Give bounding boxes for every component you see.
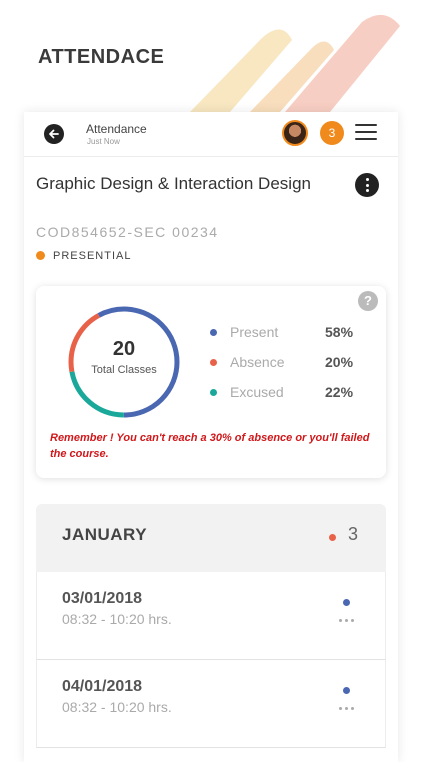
session-time: 08:32 - 10:20 hrs. (62, 699, 172, 715)
appbar-subtitle: Just Now (87, 137, 120, 146)
session-more-icon[interactable] (339, 619, 357, 623)
app-bar: Attendance Just Now 3 (24, 112, 398, 157)
legend-absence: Absence 20% (210, 353, 370, 373)
appbar-title: Attendance (86, 122, 147, 136)
hamburger-menu-icon[interactable] (355, 124, 377, 144)
back-button[interactable] (44, 124, 64, 144)
course-code: COD854652-SEC 00234 (36, 224, 219, 240)
page-title: ATTENDACE (38, 46, 165, 68)
mode-dot-icon (36, 251, 45, 260)
present-dot-icon (210, 329, 217, 336)
absence-warning: Remember ! You can't reach a 30% of abse… (50, 432, 370, 460)
avatar[interactable] (282, 120, 308, 146)
attendance-donut-chart (68, 306, 180, 418)
session-time: 08:32 - 10:20 hrs. (62, 611, 172, 627)
absence-dot-icon (210, 359, 217, 366)
more-options-icon[interactable] (355, 173, 379, 197)
course-title: Graphic Design & Interaction Design (36, 174, 311, 193)
legend-present: Present 58% (210, 323, 370, 343)
session-date: 03/01/2018 (62, 590, 143, 607)
notification-badge[interactable]: 3 (320, 121, 344, 145)
total-classes-number: 20 (112, 338, 136, 360)
course-mode: PRESENTIAL (36, 250, 131, 262)
legend-excused: Excused 22% (210, 383, 370, 403)
legend-absence-label: Absence (230, 354, 285, 370)
attendance-summary-card: ? 20 Total Classes Present 58% Absence 2… (36, 286, 386, 478)
help-icon[interactable]: ? (358, 291, 378, 311)
legend-excused-label: Excused (230, 384, 284, 400)
course-mode-label: PRESENTIAL (53, 250, 132, 262)
total-classes-label: Total Classes (91, 364, 157, 376)
session-date: 04/01/2018 (62, 678, 143, 695)
session-more-icon[interactable] (339, 707, 357, 711)
session-status-dot-icon (343, 599, 350, 606)
month-name: JANUARY (62, 525, 148, 544)
legend-present-label: Present (230, 324, 279, 340)
excused-dot-icon (210, 389, 217, 396)
arrow-left-icon (49, 129, 59, 139)
legend-excused-percent: 22% (325, 384, 354, 400)
legend-absence-percent: 20% (325, 354, 354, 370)
session-status-dot-icon (343, 687, 350, 694)
attendance-card: Attendance Just Now 3 Graphic Design & I… (24, 112, 398, 762)
month-header[interactable]: JANUARY 3 (36, 504, 386, 572)
legend-present-percent: 58% (325, 324, 354, 340)
month-count: 3 (348, 524, 359, 544)
session-row[interactable]: 04/01/2018 08:32 - 10:20 hrs. (36, 660, 386, 748)
month-status-dot-icon (329, 534, 336, 541)
session-row[interactable]: 03/01/2018 08:32 - 10:20 hrs. (36, 572, 386, 660)
